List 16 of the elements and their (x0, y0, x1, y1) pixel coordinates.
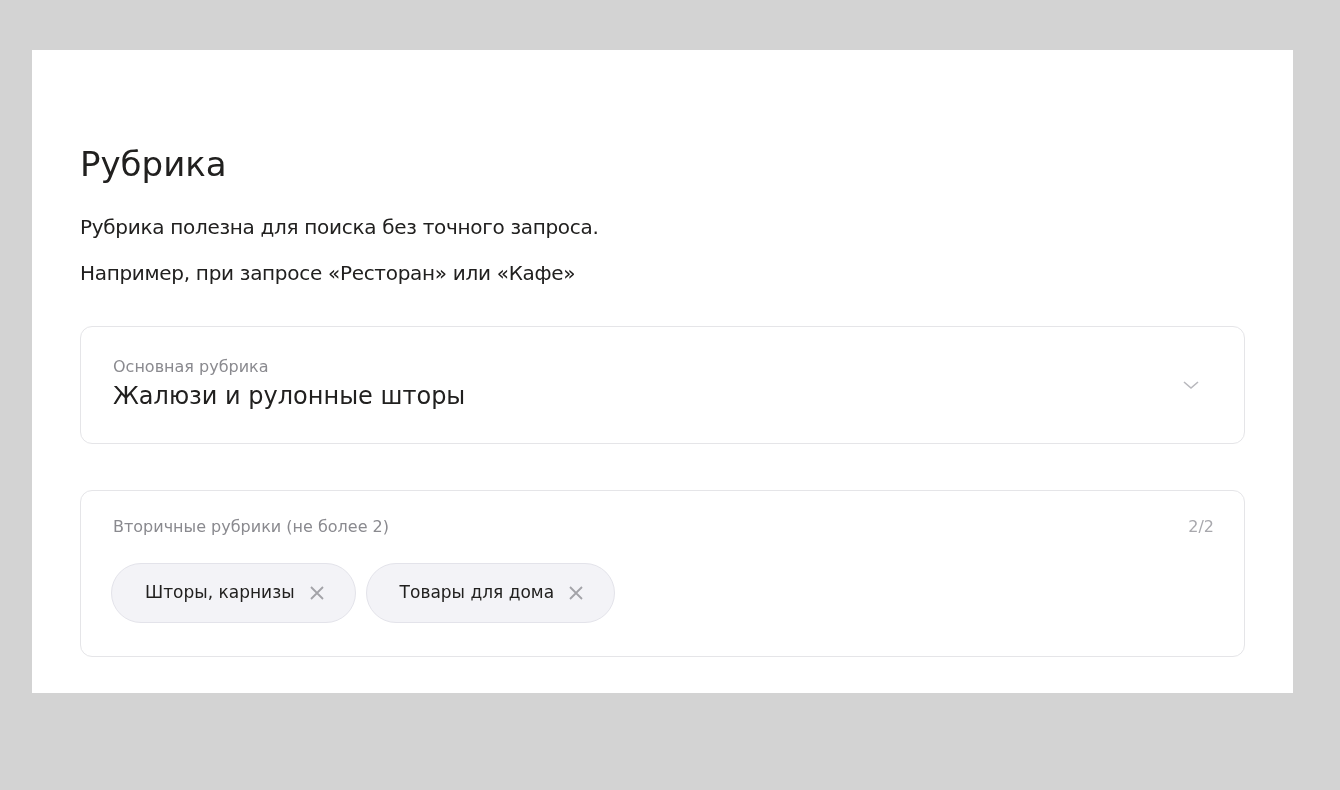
close-icon (569, 586, 584, 600)
field-value: Жалюзи и рулонные шторы (113, 381, 466, 412)
description-text: Например, при запросе «Ресторан» или «Кафе» (80, 260, 577, 287)
remove-tag-button[interactable] (308, 585, 325, 601)
remove-tag-button[interactable] (568, 585, 585, 601)
chevron-down-icon (1182, 380, 1200, 390)
tag-label: Шторы, карнизы (145, 581, 295, 605)
counter-text: 2/2 (1188, 516, 1214, 538)
main-category-select[interactable]: Основная рубрика Жалюзи и рулонные шторы (80, 326, 1245, 444)
secondary-categories-field[interactable]: Вторичные рубрики (не более 2) 2/2 Шторы, карнизы Товары для дома (80, 490, 1245, 657)
section-title: Рубрика (80, 144, 228, 184)
description-text: Рубрика полезна для поиска без точного запроса. (80, 214, 600, 241)
field-label: Вторичные рубрики (не более 2) (113, 516, 390, 538)
close-icon (309, 586, 324, 600)
field-label: Основная рубрика (113, 356, 270, 378)
tag-label: Товары для дома (399, 581, 555, 605)
